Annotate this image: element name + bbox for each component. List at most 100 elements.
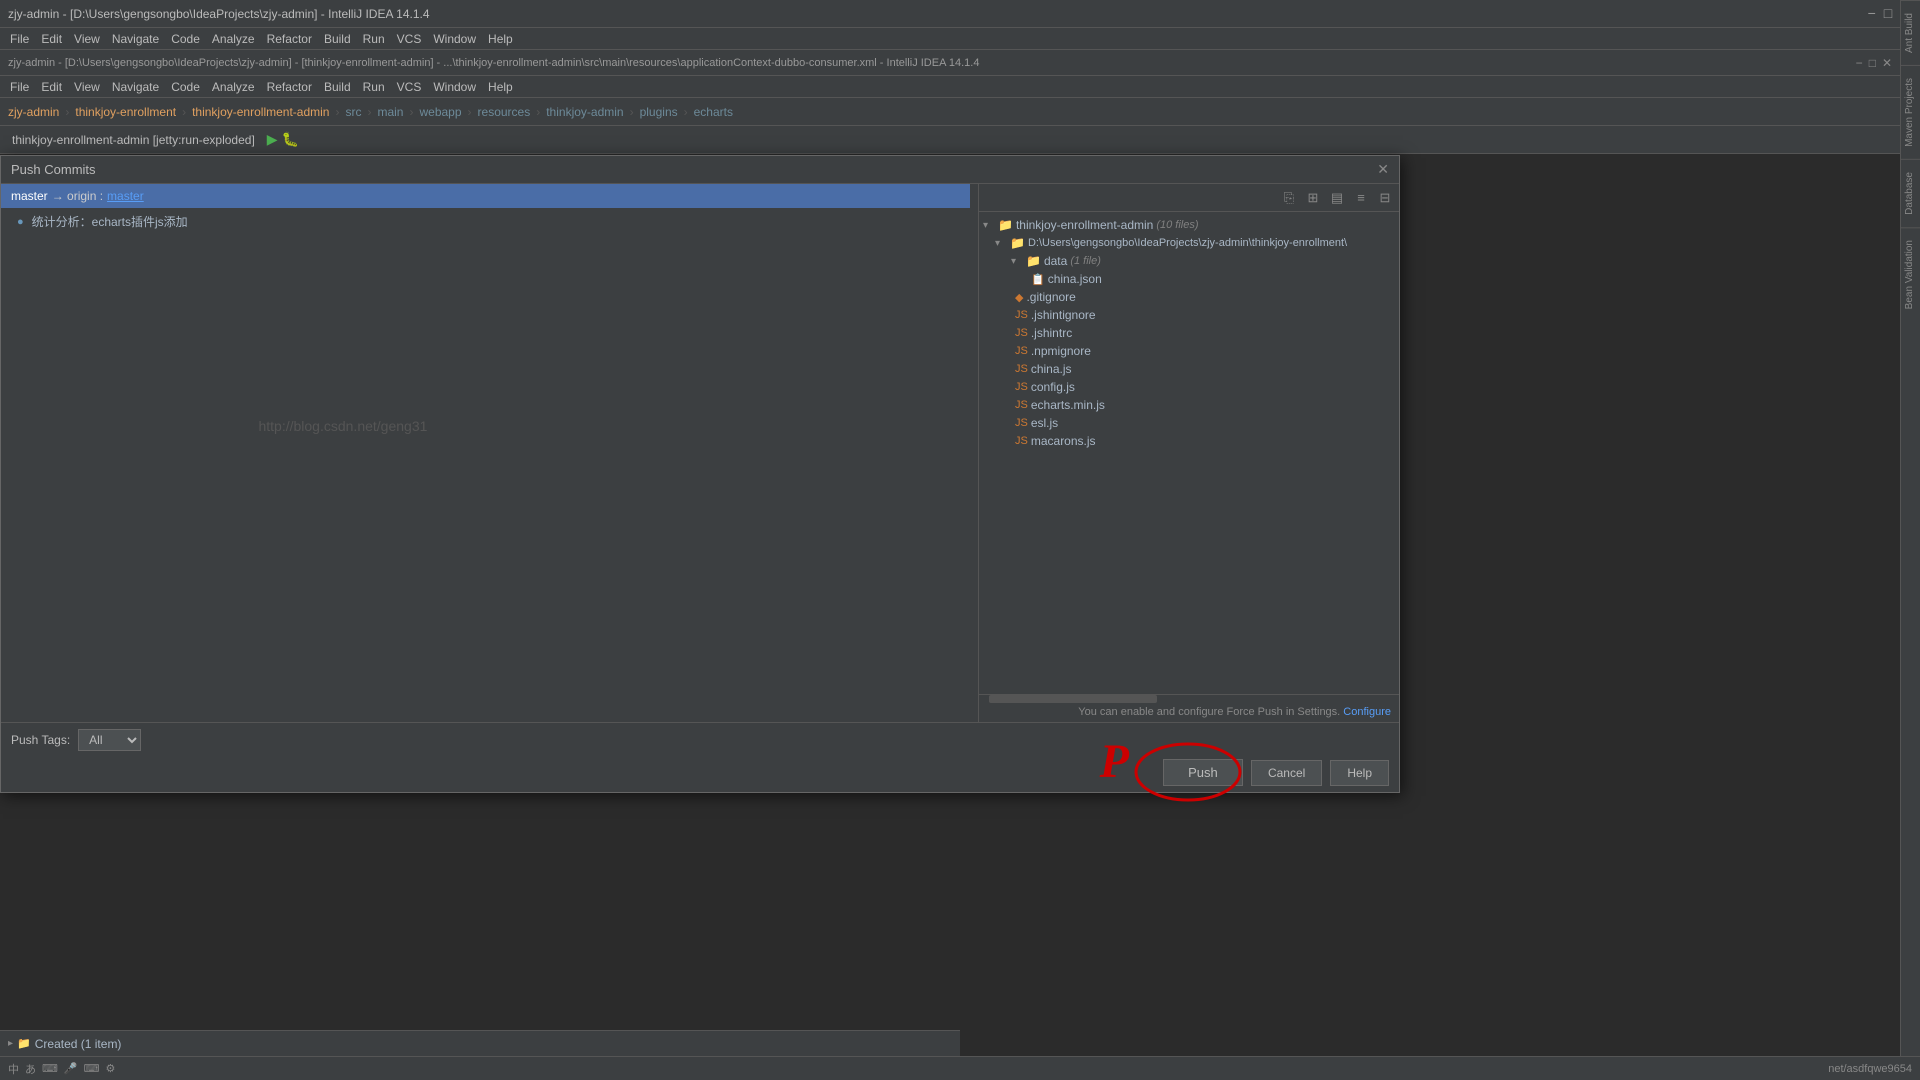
tree-china-js[interactable]: JS china.js [979, 360, 1399, 378]
ant-build-tab[interactable]: Ant Build [1901, 0, 1920, 65]
breadcrumb-src[interactable]: src [345, 105, 361, 119]
diff-icon[interactable]: ⊞ [1303, 188, 1323, 208]
maven-tab[interactable]: Maven Projects [1901, 65, 1920, 159]
config-js-name: config.js [1031, 380, 1075, 394]
tree-gitignore[interactable]: ◆ .gitignore [979, 288, 1399, 306]
menu2-analyze[interactable]: Analyze [206, 78, 261, 96]
scrollbar-v[interactable] [970, 184, 978, 722]
tree-path-row[interactable]: ▾ 📁 D:\Users\gengsongbo\IdeaProjects\zjy… [979, 234, 1399, 252]
breadcrumb-webapp[interactable]: webapp [419, 105, 461, 119]
status-keyboard[interactable]: ⌨ [42, 1062, 58, 1075]
tree-echarts-min-js[interactable]: JS echarts.min.js [979, 396, 1399, 414]
push-tags-row: Push Tags: All None [11, 729, 1389, 751]
tree-data-folder[interactable]: ▾ 📁 data (1 file) [979, 252, 1399, 270]
menu2-run[interactable]: Run [357, 78, 391, 96]
breadcrumb-resources[interactable]: resources [478, 105, 531, 119]
breadcrumb-main[interactable]: main [377, 105, 403, 119]
minimize-btn[interactable]: − [1868, 5, 1876, 22]
title-bar: zjy-admin - [D:\Users\gengsongbo\IdeaPro… [0, 0, 1920, 28]
menu2-window[interactable]: Window [427, 78, 482, 96]
file-count: (10 files) [1156, 219, 1198, 231]
menu-run[interactable]: Run [357, 30, 391, 48]
tree-esl-js[interactable]: JS esl.js [979, 414, 1399, 432]
tree-jshintrc[interactable]: JS .jshintrc [979, 324, 1399, 342]
menu-edit[interactable]: Edit [35, 30, 68, 48]
status-mic[interactable]: 🎤 [64, 1062, 78, 1075]
copy-icon[interactable]: ⎘ [1279, 188, 1299, 208]
menu-help[interactable]: Help [482, 30, 519, 48]
menu-analyze[interactable]: Analyze [206, 30, 261, 48]
menu-view[interactable]: View [68, 30, 106, 48]
commit-row[interactable]: ● 统计分析：echarts插件js添加 [1, 208, 978, 235]
status-ime-zh[interactable]: 中 [8, 1061, 19, 1077]
gitignore-name: .gitignore [1026, 290, 1075, 304]
cancel-button[interactable]: Cancel [1251, 760, 1322, 786]
maximize-btn[interactable]: □ [1884, 5, 1892, 22]
commit-message: 统计分析：echarts插件js添加 [32, 213, 188, 230]
bottom-panel: ▸ 📁 Created (1 item) [0, 1030, 960, 1056]
menu-window[interactable]: Window [427, 30, 482, 48]
debug-icon[interactable]: 🐛 [282, 131, 299, 148]
macarons-js-icon: JS [1015, 435, 1028, 447]
menu2-build[interactable]: Build [318, 78, 357, 96]
run-config-tab[interactable]: thinkjoy-enrollment-admin [jetty:run-exp… [4, 130, 263, 150]
bean-validation-tab[interactable]: Bean Validation [1901, 227, 1920, 321]
tree-project-root[interactable]: ▾ 📁 thinkjoy-enrollment-admin (10 files) [979, 216, 1399, 234]
breadcrumb-admin[interactable]: zjy-admin [8, 105, 59, 119]
push-button[interactable]: Push [1163, 759, 1243, 786]
run-actions[interactable]: ▶ [267, 131, 278, 148]
breadcrumb-thinkjoy-admin[interactable]: thinkjoy-admin [546, 105, 623, 119]
dialog-buttons: P Push Cancel Help [11, 759, 1389, 786]
breadcrumb-plugins[interactable]: plugins [640, 105, 678, 119]
database-tab[interactable]: Database [1901, 159, 1920, 227]
tree-config-js[interactable]: JS config.js [979, 378, 1399, 396]
window2-maximize[interactable]: □ [1869, 56, 1876, 70]
menu-code[interactable]: Code [165, 30, 206, 48]
menu-navigate[interactable]: Navigate [106, 30, 165, 48]
tree-macarons-js[interactable]: JS macarons.js [979, 432, 1399, 450]
menu2-refactor[interactable]: Refactor [261, 78, 318, 96]
status-ime2[interactable]: ⌨ [84, 1062, 100, 1075]
tree-npmignore[interactable]: JS .npmignore [979, 342, 1399, 360]
menu2-edit[interactable]: Edit [35, 78, 68, 96]
menu2-view[interactable]: View [68, 78, 106, 96]
tree-china-json[interactable]: 📋 china.json [979, 270, 1399, 288]
breadcrumb-thinkjoy[interactable]: thinkjoy-enrollment [75, 105, 176, 119]
menu2-vcs[interactable]: VCS [391, 78, 428, 96]
files-tree: ▾ 📁 thinkjoy-enrollment-admin (10 files)… [979, 212, 1399, 694]
menu-refactor[interactable]: Refactor [261, 30, 318, 48]
window2-text: zjy-admin - [D:\Users\gengsongbo\IdeaPro… [8, 57, 979, 69]
branch-to[interactable]: master [107, 189, 144, 203]
dialog-close-btn[interactable]: ✕ [1377, 161, 1389, 178]
group-icon[interactable]: ⊟ [1375, 188, 1395, 208]
sort-icon[interactable]: ≡ [1351, 188, 1371, 208]
menu-vcs[interactable]: VCS [391, 30, 428, 48]
status-ime-ja[interactable]: あ [25, 1061, 36, 1077]
menu2-file[interactable]: File [4, 78, 35, 96]
breadcrumb-echarts[interactable]: echarts [694, 105, 733, 119]
window2-title: zjy-admin - [D:\Users\gengsongbo\IdeaPro… [0, 50, 1900, 76]
expand-created[interactable]: ▸ [8, 1038, 13, 1049]
jshintignore-name: .jshintignore [1031, 308, 1096, 322]
commits-panel: master → origin : master ● 统计分析：echarts插… [1, 184, 979, 722]
menu-build[interactable]: Build [318, 30, 357, 48]
push-tags-select[interactable]: All None [78, 729, 141, 751]
branch-row[interactable]: master → origin : master [1, 184, 978, 208]
menu-file[interactable]: File [4, 30, 35, 48]
china-js-icon: JS [1015, 363, 1028, 375]
status-settings[interactable]: ⚙ [105, 1062, 115, 1075]
window2-close[interactable]: ✕ [1882, 56, 1892, 70]
window2-minimize[interactable]: − [1856, 56, 1863, 70]
menu2-code[interactable]: Code [165, 78, 206, 96]
menu2-navigate[interactable]: Navigate [106, 78, 165, 96]
scrollbar-h[interactable] [979, 694, 1399, 702]
breadcrumb-admin2[interactable]: thinkjoy-enrollment-admin [192, 105, 329, 119]
tree-jshintignore[interactable]: JS .jshintignore [979, 306, 1399, 324]
configure-link[interactable]: Configure [1343, 706, 1391, 718]
menu2-help[interactable]: Help [482, 78, 519, 96]
menu-bar-2: File Edit View Navigate Code Analyze Ref… [0, 76, 1900, 98]
layout-icon[interactable]: ▤ [1327, 188, 1347, 208]
npmignore-name: .npmignore [1031, 344, 1091, 358]
sep1: › [65, 105, 69, 119]
help-button[interactable]: Help [1330, 760, 1389, 786]
